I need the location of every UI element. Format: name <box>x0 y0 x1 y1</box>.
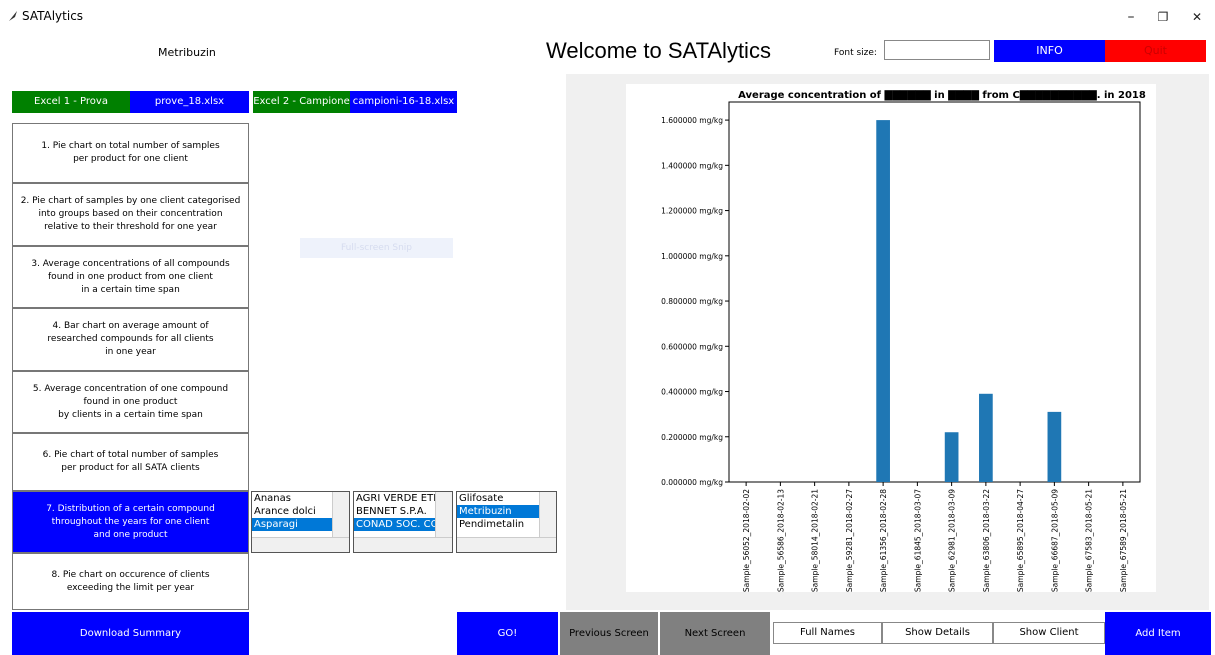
menu-option-6[interactable]: 6. Pie chart of total number of samples … <box>12 433 249 491</box>
excel1-label: Excel 1 - Prova <box>12 91 130 113</box>
welcome-heading: Welcome to SATAlytics <box>546 38 771 63</box>
x-tick-label: Sample_62981_2018-03-09 <box>948 489 957 592</box>
x-tick-label: Sample_66687_2018-05-09 <box>1050 489 1059 592</box>
chart-frame: Average concentration of ▇▇▇▇▇▇ in ▇▇▇▇ … <box>626 84 1156 592</box>
title-bar <box>0 0 1215 34</box>
y-tick-label: 1.200000 mg/kg <box>661 207 723 216</box>
product-horizontal-scrollbar[interactable] <box>252 537 349 552</box>
menu-option-text: 1. Pie chart on total number of samples … <box>41 141 220 164</box>
y-tick-label: 0.800000 mg/kg <box>661 297 723 306</box>
minimize-icon[interactable]: – <box>1118 6 1144 28</box>
full-names-button[interactable]: Full Names <box>773 622 882 644</box>
menu-option-8[interactable]: 8. Pie chart on occurence of clients exc… <box>12 553 249 610</box>
x-tick-label: Sample_56052_2018-02-02 <box>742 489 751 592</box>
client-vertical-scrollbar[interactable] <box>435 492 452 538</box>
next-screen-button[interactable]: Next Screen <box>660 612 770 655</box>
font-size-label: Font size: <box>834 48 877 58</box>
plot-frame <box>728 101 1141 483</box>
x-tick-label: Sample_61356_2018-02-28 <box>879 489 888 592</box>
bar-chart: Average concentration of ▇▇▇▇▇▇ in ▇▇▇▇ … <box>661 90 1146 592</box>
y-tick-label: 0.000000 mg/kg <box>661 478 723 487</box>
menu-option-4[interactable]: 4. Bar chart on average amount of resear… <box>12 308 249 371</box>
previous-screen-button[interactable]: Previous Screen <box>560 612 658 655</box>
x-tick-label: Sample_67583_2018-05-21 <box>1085 489 1094 592</box>
download-summary-button[interactable]: Download Summary <box>12 612 249 655</box>
compound-listbox[interactable]: Glifosate Metribuzin Pendimetalin <box>456 491 557 553</box>
feather-app-icon <box>9 11 17 21</box>
x-tick-label: Sample_56586_2018-02-13 <box>776 489 785 592</box>
go-button[interactable]: GO! <box>457 612 558 655</box>
menu-option-text: 3. Average concentrations of all compoun… <box>31 258 230 295</box>
y-tick-label: 1.400000 mg/kg <box>661 161 723 170</box>
excel1-file-button[interactable]: prove_18.xlsx <box>130 91 249 113</box>
y-tick-label: 1.600000 mg/kg <box>661 116 723 125</box>
ghost-snip-overlay: Full-screen Snip <box>300 238 453 258</box>
x-tick-label: Sample_59281_2018-02-27 <box>845 489 854 592</box>
bar <box>1047 411 1062 482</box>
product-listbox[interactable]: Ananas Arance dolci Asparagi <box>251 491 350 553</box>
y-tick-label: 0.400000 mg/kg <box>661 388 723 397</box>
compound-horizontal-scrollbar[interactable] <box>457 537 556 552</box>
menu-option-text: 2. Pie chart of samples by one client ca… <box>20 196 241 232</box>
excel2-label: Excel 2 - Campione <box>253 91 350 113</box>
x-tick-label: Sample_67589_2018-05-21 <box>1119 489 1128 592</box>
show-details-button[interactable]: Show Details <box>882 622 993 644</box>
y-tick-label: 0.600000 mg/kg <box>661 342 723 351</box>
x-tick-label: Sample_58014_2018-02-21 <box>811 489 820 592</box>
product-vertical-scrollbar[interactable] <box>332 492 349 538</box>
x-tick-label: Sample_61845_2018-03-07 <box>913 489 922 592</box>
excel2-file-button[interactable]: campioni-16-18.xlsx <box>350 91 457 113</box>
menu-option-text: 8. Pie chart on occurence of clients exc… <box>51 569 210 593</box>
info-button[interactable]: INFO <box>994 40 1105 62</box>
bar <box>876 120 890 482</box>
y-tick-label: 0.200000 mg/kg <box>661 433 723 442</box>
compound-vertical-scrollbar[interactable] <box>539 492 556 538</box>
menu-option-5[interactable]: 5. Average concentration of one compound… <box>12 371 249 433</box>
window-title: SATAlytics <box>22 9 84 23</box>
menu-option-text: 7. Distribution of a certain compound th… <box>46 503 215 540</box>
menu-option-text: 4. Bar chart on average amount of resear… <box>47 321 214 357</box>
selected-compound-label: Metribuzin <box>158 46 216 59</box>
menu-option-3[interactable]: 3. Average concentrations of all compoun… <box>12 246 249 308</box>
client-listbox[interactable]: AGRI VERDE ETRU BENNET S.P.A. CONAD SOC.… <box>353 491 453 553</box>
x-tick-label: Sample_65895_2018-04-27 <box>1016 489 1025 592</box>
y-tick-label: 1.000000 mg/kg <box>661 252 723 261</box>
add-item-button[interactable]: Add Item <box>1105 612 1211 655</box>
font-size-input[interactable] <box>884 40 990 60</box>
menu-option-text: 6. Pie chart of total number of samples … <box>42 450 219 473</box>
bar <box>979 393 993 482</box>
close-icon[interactable]: ✕ <box>1184 6 1210 28</box>
menu-option-2[interactable]: 2. Pie chart of samples by one client ca… <box>12 183 249 246</box>
quit-button[interactable]: Quit <box>1105 40 1206 62</box>
x-tick-label: Sample_63806_2018-03-22 <box>982 489 991 592</box>
chart-title: Average concentration of ▇▇▇▇▇▇ in ▇▇▇▇ … <box>738 90 1146 101</box>
maximize-icon[interactable]: ❐ <box>1150 6 1176 28</box>
menu-option-7[interactable]: 7. Distribution of a certain compound th… <box>12 491 249 553</box>
menu-option-text: 5. Average concentration of one compound… <box>32 383 229 420</box>
show-client-button[interactable]: Show Client <box>993 622 1105 644</box>
client-horizontal-scrollbar[interactable] <box>354 537 452 552</box>
menu-option-1[interactable]: 1. Pie chart on total number of samples … <box>12 123 249 183</box>
bar <box>944 432 959 482</box>
